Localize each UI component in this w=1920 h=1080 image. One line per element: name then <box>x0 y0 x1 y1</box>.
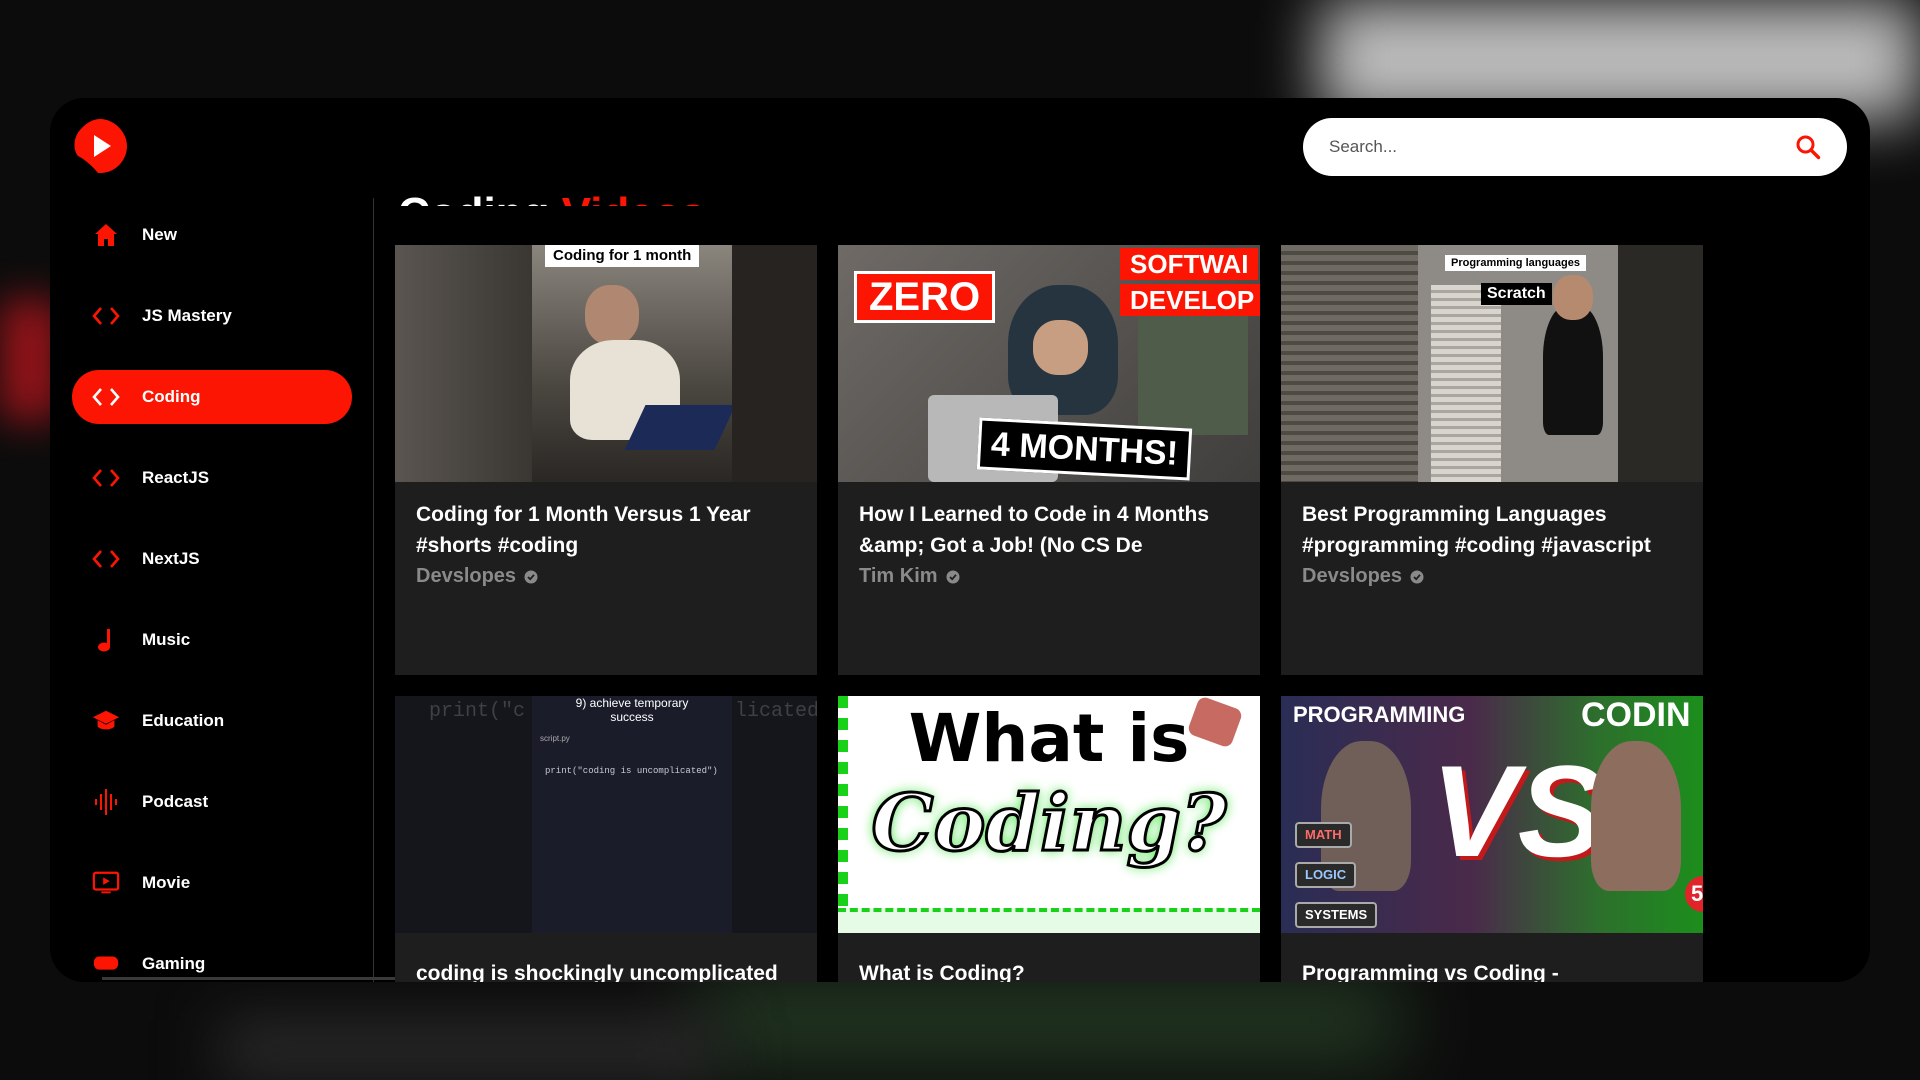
thumbnail-caption: MATH <box>1295 822 1352 848</box>
sidebar-item-education[interactable]: Education <box>72 694 352 748</box>
video-thumbnail[interactable]: What is Coding? <box>838 696 1260 933</box>
sidebar-item-nextjs[interactable]: NextJS <box>72 532 352 586</box>
sidebar-item-label: New <box>142 225 177 244</box>
thumbnail-caption: VS <box>1431 738 1605 884</box>
sidebar-item-music[interactable]: Music <box>72 613 352 667</box>
search-bar <box>1303 118 1847 176</box>
video-card[interactable]: What is Coding? What is Coding? <box>838 696 1260 982</box>
thumbnail-code-text: print("c <box>429 700 526 723</box>
thumbnail-caption: SYSTEMS <box>1295 902 1378 928</box>
search-icon[interactable] <box>1795 134 1821 160</box>
video-thumbnail[interactable]: Programming languages Scratch <box>1281 245 1703 482</box>
code-icon <box>92 302 120 330</box>
page-title: Coding Videos <box>398 166 705 206</box>
channel-name-text: Devslopes <box>416 565 517 587</box>
sidebar-item-movie[interactable]: Movie <box>72 856 352 910</box>
sidebar-item-podcast[interactable]: Podcast <box>72 775 352 829</box>
sidebar-item-label: Music <box>142 630 191 649</box>
video-grid: Coding for 1 month Coding for 1 Month Ve… <box>395 245 1715 982</box>
thumbnail-filename: script.py <box>540 734 570 743</box>
channel-name-text: Devslopes <box>1302 565 1403 587</box>
video-card[interactable]: ZERO SOFTWAI DEVELOP 4 MONTHS! How I Lea… <box>838 245 1260 675</box>
page-title-main: Coding <box>398 189 550 206</box>
thumbnail-caption: Scratch <box>1481 283 1552 305</box>
code-icon <box>92 545 120 573</box>
channel-name[interactable]: Devslopes <box>1302 565 1424 588</box>
sidebar-item-js-mastery[interactable]: JS Mastery <box>72 289 352 343</box>
sidebar-item-label: Podcast <box>142 792 209 811</box>
thumbnail-caption: Coding? <box>870 777 1228 871</box>
sidebar-item-gaming[interactable]: Gaming <box>72 937 352 982</box>
thumbnail-code-text: licated <box>735 700 817 723</box>
thumbnail-code-text: print("coding is uncomplicated") <box>545 766 718 776</box>
verified-check-icon <box>524 570 538 583</box>
youtube-logo-icon[interactable] <box>70 116 130 176</box>
channel-name[interactable]: Tim Kim <box>859 565 960 588</box>
video-thumbnail[interactable]: print("c licated 9) achieve temporary su… <box>395 696 817 933</box>
music-note-icon <box>92 626 120 654</box>
gamepad-icon <box>92 950 120 978</box>
video-thumbnail[interactable]: ZERO SOFTWAI DEVELOP 4 MONTHS! <box>838 245 1260 482</box>
video-card[interactable]: Programming languages Scratch Best Progr… <box>1281 245 1703 675</box>
verified-check-icon <box>1410 570 1424 583</box>
video-card[interactable]: PROGRAMMING CODIN VS MATH LOGIC SYSTEMS … <box>1281 696 1703 982</box>
sidebar-item-label: Coding <box>142 387 201 406</box>
video-title[interactable]: coding is shockingly uncomplicated <box>416 958 806 982</box>
code-icon <box>92 383 120 411</box>
home-icon <box>92 221 120 249</box>
thumbnail-caption: LOGIC <box>1295 862 1357 888</box>
video-title[interactable]: Coding for 1 Month Versus 1 Year #shorts… <box>416 499 806 561</box>
video-title[interactable]: How I Learned to Code in 4 Months &amp; … <box>859 499 1249 561</box>
graduation-cap-icon <box>92 707 120 735</box>
thumbnail-caption: Coding for 1 month <box>545 245 700 267</box>
sidebar-item-label: Movie <box>142 873 191 892</box>
video-card[interactable]: print("c licated 9) achieve temporary su… <box>395 696 817 982</box>
sidebar-item-label: NextJS <box>142 549 200 568</box>
thumbnail-caption: 9) achieve temporary <box>575 696 689 710</box>
sidebar-item-label: Gaming <box>142 954 206 973</box>
channel-name[interactable]: Devslopes <box>416 565 538 588</box>
thumbnail-caption: ZERO <box>854 271 996 323</box>
thumbnail-badge: 5 <box>1685 876 1703 912</box>
channel-name-text: Tim Kim <box>859 565 938 587</box>
sidebar-item-coding[interactable]: Coding <box>72 370 352 424</box>
sidebar-item-new[interactable]: New <box>72 208 352 262</box>
sidebar-item-label: JS Mastery <box>142 306 232 325</box>
verified-check-icon <box>946 570 960 583</box>
thumbnail-caption: Programming languages <box>1445 255 1586 271</box>
video-card[interactable]: Coding for 1 month Coding for 1 Month Ve… <box>395 245 817 675</box>
video-title[interactable]: Best Programming Languages #programming … <box>1302 499 1692 561</box>
video-thumbnail[interactable]: Coding for 1 month <box>395 245 817 482</box>
sidebar-item-reactjs[interactable]: ReactJS <box>72 451 352 505</box>
thumbnail-caption: SOFTWAI <box>1120 248 1259 280</box>
thumbnail-caption: DEVELOP <box>1120 284 1260 316</box>
thumbnail-caption: 4 MONTHS! <box>976 417 1193 481</box>
video-thumbnail[interactable]: PROGRAMMING CODIN VS MATH LOGIC SYSTEMS … <box>1281 696 1703 933</box>
sidebar: New JS Mastery Coding ReactJS NextJS Mus… <box>50 198 374 982</box>
horizontal-scrollbar[interactable] <box>102 977 442 980</box>
sidebar-item-label: ReactJS <box>142 468 210 487</box>
page-title-accent: Videos <box>562 189 705 206</box>
video-title[interactable]: What is Coding? <box>859 958 1249 982</box>
video-title[interactable]: Programming vs Coding - <box>1302 958 1692 982</box>
thumbnail-caption: CODIN <box>1581 696 1691 734</box>
thumbnail-caption: success <box>610 710 654 724</box>
app-window: Coding Videos New JS Mastery Coding Re <box>50 98 1870 982</box>
thumbnail-caption: PROGRAMMING <box>1293 702 1466 727</box>
sidebar-item-label: Education <box>142 711 225 730</box>
code-icon <box>92 464 120 492</box>
search-input[interactable] <box>1327 136 1771 158</box>
soundwave-icon <box>92 788 120 816</box>
video-icon <box>92 869 120 897</box>
